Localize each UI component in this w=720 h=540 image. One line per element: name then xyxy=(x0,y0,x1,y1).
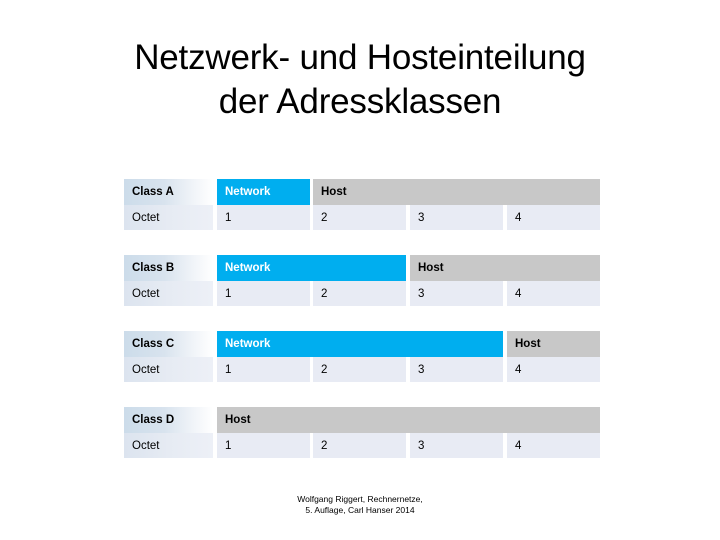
octet-cell: 4 xyxy=(507,357,600,382)
octet-cell: 1 xyxy=(217,433,310,458)
page-title-line-2: der Adressklassen xyxy=(218,82,502,121)
octet-row-label: Octet xyxy=(124,357,213,382)
octet-row-label: Octet xyxy=(124,205,213,230)
octet-cell: 3 xyxy=(410,205,503,230)
octet-row: Octet 1 2 3 4 xyxy=(124,205,600,230)
address-class-table: Class A Network Host Octet 1 2 3 4 Class B Networ… xyxy=(124,179,600,483)
network-span-cell: Network xyxy=(217,331,503,357)
class-name-cell: Class D xyxy=(124,407,213,433)
class-header-row: Class B Network Host xyxy=(124,255,600,281)
page-title-line-1: Netzwerk- und Hosteinteilung xyxy=(134,38,586,77)
class-block: Class A Network Host Octet 1 2 3 4 xyxy=(124,179,600,255)
octet-row: Octet 1 2 3 4 xyxy=(124,433,600,458)
octet-cell: 1 xyxy=(217,357,310,382)
host-span-cell: Host xyxy=(507,331,600,357)
source-credit: Wolfgang Riggert, Rechnernetze, 5. Aufla… xyxy=(0,494,720,516)
octet-cell: 3 xyxy=(410,433,503,458)
network-span-cell: Network xyxy=(217,255,406,281)
octet-cell: 1 xyxy=(217,205,310,230)
source-credit-line-2: 5. Auflage, Carl Hanser 2014 xyxy=(305,505,415,515)
octet-cell: 2 xyxy=(313,281,406,306)
octet-cell: 3 xyxy=(410,357,503,382)
host-span-cell: Host xyxy=(313,179,600,205)
class-header-row: Class C Network Host xyxy=(124,331,600,357)
octet-cell: 3 xyxy=(410,281,503,306)
octet-cell: 1 xyxy=(217,281,310,306)
class-header-row: Class A Network Host xyxy=(124,179,600,205)
octet-row-label: Octet xyxy=(124,281,213,306)
class-name-cell: Class C xyxy=(124,331,213,357)
octet-cell: 2 xyxy=(313,205,406,230)
class-name-cell: Class A xyxy=(124,179,213,205)
source-credit-line-1: Wolfgang Riggert, Rechnernetze, xyxy=(297,494,423,504)
class-name-cell: Class B xyxy=(124,255,213,281)
class-block: Class C Network Host Octet 1 2 3 4 xyxy=(124,331,600,407)
octet-cell: 4 xyxy=(507,433,600,458)
host-span-cell: Host xyxy=(217,407,600,433)
octet-row: Octet 1 2 3 4 xyxy=(124,357,600,382)
class-block: Class D Host Octet 1 2 3 4 xyxy=(124,407,600,483)
octet-cell: 2 xyxy=(313,357,406,382)
page-title: Netzwerk- und Hosteinteilung der Adressk… xyxy=(36,36,684,124)
class-block: Class B Network Host Octet 1 2 3 4 xyxy=(124,255,600,331)
host-span-cell: Host xyxy=(410,255,600,281)
octet-row-label: Octet xyxy=(124,433,213,458)
octet-cell: 2 xyxy=(313,433,406,458)
octet-row: Octet 1 2 3 4 xyxy=(124,281,600,306)
octet-cell: 4 xyxy=(507,281,600,306)
class-header-row: Class D Host xyxy=(124,407,600,433)
network-span-cell: Network xyxy=(217,179,310,205)
octet-cell: 4 xyxy=(507,205,600,230)
